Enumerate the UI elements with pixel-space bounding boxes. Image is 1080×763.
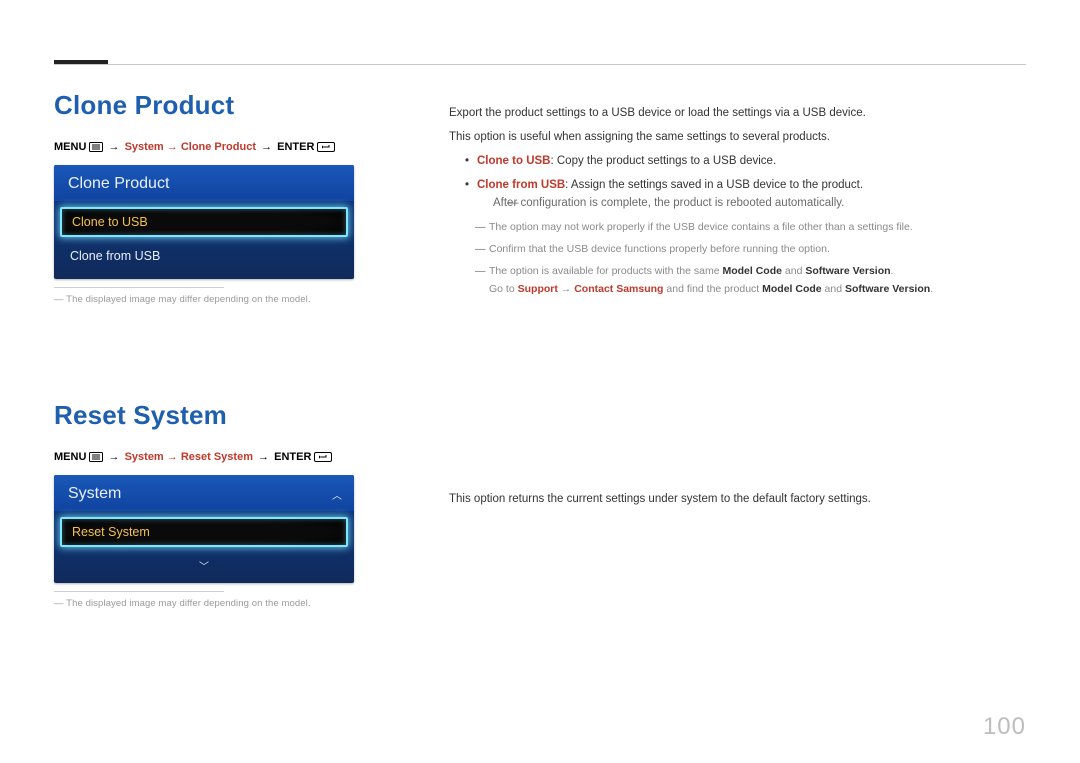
enter-icon	[317, 142, 335, 152]
osd-row-clone-to-usb[interactable]: Clone to USB	[60, 207, 348, 237]
sub-bold: Model Code	[762, 283, 822, 295]
image-note-2: The displayed image may differ depending…	[54, 598, 394, 609]
note-rule-1	[54, 287, 224, 288]
chevron-down-icon[interactable]: ﹀	[199, 562, 209, 573]
image-note-1: The displayed image may differ depending…	[54, 294, 394, 305]
breadcrumb-menu-label: MENU	[54, 141, 86, 153]
sub-text-c: and	[782, 265, 805, 277]
chevron-up-icon[interactable]: ︿	[332, 487, 342, 502]
osd-system: System ︿ Reset System ﹀	[54, 475, 354, 583]
section-title-clone-product: Clone Product	[54, 90, 394, 121]
sub-text: After configuration is complete, the pro…	[493, 197, 844, 209]
sub-text-e: .	[891, 265, 894, 277]
paragraph: Export the product settings to a USB dev…	[449, 104, 1026, 122]
osd-body: Reset System	[54, 511, 354, 555]
header-rule	[54, 64, 1026, 65]
left-column: Clone Product MENU → System → Clone Prod…	[54, 90, 394, 609]
osd-title: System ︿	[54, 475, 354, 511]
bullet-item: Clone to USB: Copy the product settings …	[449, 152, 1026, 170]
osd-clone-product: Clone Product Clone to USB Clone from US…	[54, 165, 354, 279]
menu-icon	[89, 452, 103, 462]
osd-title-text: System	[68, 485, 121, 503]
osd-title: Clone Product	[54, 165, 354, 201]
menu-icon	[89, 142, 103, 152]
sub-note: The option is available for products wit…	[449, 262, 1026, 298]
sub-lead: Support	[518, 283, 558, 295]
bullet-lead: Clone from USB	[477, 179, 565, 191]
header-rule-thick	[54, 60, 108, 64]
breadcrumb-arrow-2: →	[259, 141, 274, 153]
bullet-rest: : Copy the product settings to a USB dev…	[550, 155, 776, 167]
paragraph-reset: This option returns the current settings…	[449, 490, 1026, 508]
sub-bold: Model Code	[722, 265, 782, 277]
osd-row-clone-from-usb[interactable]: Clone from USB	[60, 241, 348, 271]
bullet-lead: Clone to USB	[477, 155, 550, 167]
section-reset-system: Reset System MENU → System → Reset Syste…	[54, 400, 394, 609]
sub-item: After configuration is complete, the pro…	[477, 194, 1026, 212]
breadcrumb-clone-product: MENU → System → Clone Product → ENTER	[54, 139, 394, 155]
sub-text: Confirm that the USB device functions pr…	[489, 243, 830, 255]
osd-body: Clone to USB Clone from USB	[54, 201, 354, 279]
paragraph: This option is useful when assigning the…	[449, 128, 1026, 146]
bullet-item: Clone from USB: Assign the settings save…	[449, 176, 1026, 212]
breadcrumb-arrow-1: →	[107, 141, 122, 153]
bullet-list: Clone to USB: Copy the product settings …	[449, 152, 1026, 212]
sub-note: Confirm that the USB device functions pr…	[449, 240, 1026, 258]
osd-row-reset-system[interactable]: Reset System	[60, 517, 348, 547]
section-title-reset-system: Reset System	[54, 400, 394, 431]
breadcrumb-enter-label: ENTER	[277, 141, 314, 153]
sub-text-5g: and	[822, 283, 845, 295]
breadcrumb-enter-label: ENTER	[274, 451, 311, 463]
sub-text-a: The option is available for products wit…	[489, 265, 722, 277]
sub-text-5c: →	[558, 283, 574, 295]
sub-bold: Software Version	[845, 283, 930, 295]
breadcrumb-arrow-1: →	[107, 451, 122, 463]
note-rule-2	[54, 591, 224, 592]
content-area: Clone Product MENU → System → Clone Prod…	[54, 90, 1026, 703]
sub-lead: Contact Samsung	[574, 283, 663, 295]
page-number: 100	[983, 713, 1026, 741]
bullet-rest: : Assign the settings saved in a USB dev…	[565, 179, 863, 191]
sub-note: The option may not work properly if the …	[449, 218, 1026, 236]
right-column: Export the product settings to a USB dev…	[449, 104, 1026, 514]
breadcrumb-menu-label: MENU	[54, 451, 86, 463]
breadcrumb-path: System → Reset System	[125, 451, 253, 463]
enter-icon	[314, 452, 332, 462]
sub-bold: Software Version	[805, 265, 890, 277]
sub-text-5i: .	[930, 283, 933, 295]
sub-text: The option may not work properly if the …	[489, 221, 913, 233]
breadcrumb-reset-system: MENU → System → Reset System → ENTER	[54, 449, 394, 465]
breadcrumb-path: System → Clone Product	[125, 141, 256, 153]
sub-text-5a: Go to	[489, 283, 518, 295]
breadcrumb-arrow-2: →	[256, 451, 271, 463]
sub-text-5e: and find the product	[663, 283, 762, 295]
osd-title-text: Clone Product	[68, 175, 169, 193]
